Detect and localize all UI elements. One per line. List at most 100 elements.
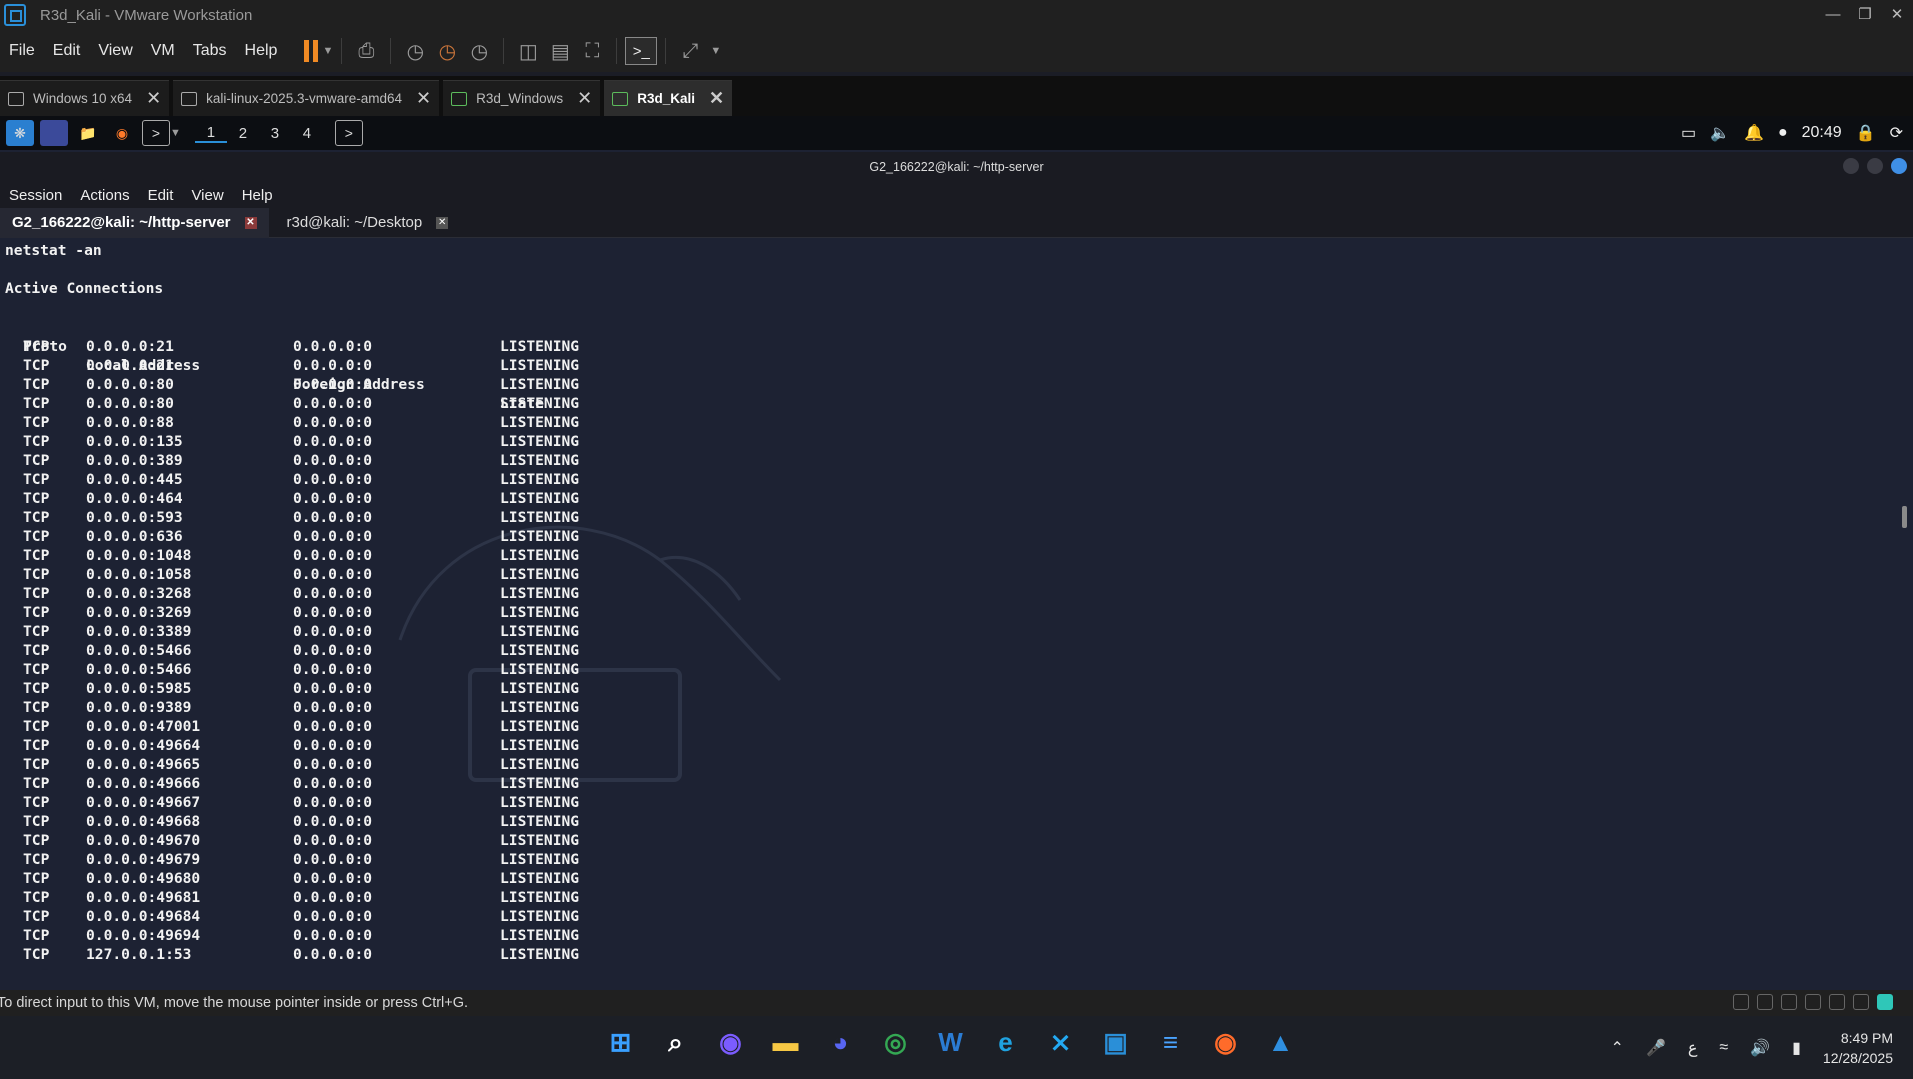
chevron-down-icon[interactable]: ▼	[170, 127, 181, 139]
vmware-titlebar: R3d_Kali - VMware Workstation — ❐ ✕	[0, 0, 1913, 30]
close-icon[interactable]: ✕	[146, 88, 161, 109]
power-icon[interactable]: ⟳	[1890, 123, 1903, 143]
terminal-output[interactable]: netstat -an Active Connections Proto Loc…	[0, 240, 1913, 990]
terminal-tab-desktop[interactable]: r3d@kali: ~/Desktop ✕	[275, 208, 461, 238]
menu-tabs[interactable]: Tabs	[184, 42, 236, 60]
edge-icon[interactable]: e	[989, 1026, 1022, 1059]
cd-dvd-icon[interactable]	[1757, 994, 1773, 1010]
restore-icon[interactable]: ❐	[1849, 0, 1881, 30]
terminal-window-icon[interactable]: >	[334, 120, 363, 146]
close-icon[interactable]	[1891, 158, 1907, 174]
panel-clock[interactable]: 20:49	[1802, 124, 1842, 142]
taskbar-clock[interactable]: 8:49 PM 12/28/2025	[1823, 1028, 1893, 1068]
firefox-icon[interactable]: ◉	[1209, 1026, 1242, 1059]
terminal-tab-http-server[interactable]: G2_166222@kali: ~/http-server ✕	[0, 207, 269, 238]
workspace-1[interactable]: 1	[194, 124, 227, 143]
vmware-icon[interactable]: ▣	[1099, 1026, 1132, 1059]
vm-tab-kali-linux[interactable]: kali-linux-2025.3-vmware-amd64 ✕	[173, 80, 440, 116]
menu-view[interactable]: View	[182, 187, 232, 204]
kali-menu-icon[interactable]: ❋	[6, 120, 34, 146]
firefox-icon[interactable]: ◉	[108, 120, 136, 146]
vm-tab-r3d-kali[interactable]: R3d_Kali ✕	[604, 80, 733, 116]
scrollbar[interactable]	[1902, 506, 1907, 528]
revert-snapshot-icon[interactable]: ◷	[431, 37, 463, 65]
microphone-icon[interactable]: 🎤	[1646, 1038, 1666, 1058]
windows-taskbar: ⊞ ⌕ ◉ ▬ ◕ ◎ We ⨯ ▣ ≡ ◉ ▲ ⌃ 🎤 ع ≈ 🔊 ▮ 8:49 PM 12/28/…	[0, 1016, 1913, 1079]
menu-help[interactable]: Help	[233, 187, 282, 204]
close-icon[interactable]: ✕	[1881, 0, 1913, 30]
lock-icon[interactable]: 🔒	[1856, 123, 1876, 143]
discord-icon[interactable]: ◕	[824, 1026, 857, 1059]
menu-session[interactable]: Session	[0, 187, 71, 204]
menu-view[interactable]: View	[89, 42, 141, 60]
cell-local-address: 0.0.0.0:5466	[86, 661, 192, 678]
minimize-icon[interactable]: —	[1817, 0, 1849, 30]
pause-icon[interactable]	[304, 40, 319, 62]
close-icon[interactable]: ✕	[577, 88, 592, 109]
vm-icon	[181, 91, 198, 106]
cell-foreign-address: 0.0.0.0:0	[293, 433, 373, 450]
chevron-up-icon[interactable]: ⌃	[1611, 1038, 1624, 1058]
vm-tab-r3d-windows[interactable]: R3d_Windows ✕	[443, 80, 601, 116]
file-explorer-icon[interactable]: ▬	[769, 1026, 802, 1059]
cell-foreign-address: 0.0.0.0:0	[293, 870, 373, 887]
notepad-icon[interactable]: ≡	[1154, 1026, 1187, 1059]
thumbnail-bar-icon[interactable]: ▤	[544, 37, 576, 65]
menu-actions[interactable]: Actions	[71, 187, 138, 204]
chrome-icon[interactable]: ◎	[879, 1026, 912, 1059]
volume-icon[interactable]: 🔈	[1710, 123, 1730, 143]
search-icon[interactable]: ⌕	[659, 1026, 692, 1059]
sound-card-icon[interactable]	[1829, 994, 1845, 1010]
terminal-icon[interactable]: >	[142, 120, 170, 146]
stretch-guest-icon[interactable]: ⤢	[674, 37, 706, 65]
chevron-down-icon[interactable]: ▼	[322, 45, 333, 57]
vscode-icon[interactable]: ⨯	[1044, 1026, 1077, 1059]
guest-display[interactable]: ❋ 📁 ◉ > ▼ 1 2 3 4 > ▭ 🔈 🔔 ● 20:49 🔒 ⟳ G2…	[0, 116, 1913, 990]
display-icon[interactable]: ▭	[1681, 123, 1696, 143]
photos-icon[interactable]: ▲	[1264, 1026, 1297, 1059]
fullscreen-icon[interactable]: ⛶	[576, 37, 608, 65]
chevron-down-icon[interactable]: ▼	[710, 45, 721, 57]
vm-tab-windows10[interactable]: Windows 10 x64 ✕	[0, 80, 170, 116]
network-adapter-icon[interactable]	[1781, 994, 1797, 1010]
workspace-2[interactable]: 2	[227, 125, 259, 142]
workspace-4[interactable]: 4	[291, 125, 323, 142]
show-desktop-icon[interactable]	[40, 120, 68, 146]
menu-help[interactable]: Help	[236, 42, 287, 60]
close-icon[interactable]: ✕	[436, 216, 449, 229]
notification-bell-icon[interactable]: 🔔	[1744, 123, 1764, 143]
close-icon[interactable]: ✕	[709, 88, 724, 109]
cell-proto: TCP	[23, 395, 50, 412]
message-log-icon[interactable]	[1877, 994, 1893, 1010]
close-icon[interactable]: ✕	[416, 88, 431, 109]
workspace-3[interactable]: 3	[259, 125, 291, 142]
menu-edit[interactable]: Edit	[44, 42, 90, 60]
snapshot-icon[interactable]: ◷	[399, 37, 431, 65]
usb-icon[interactable]	[1805, 994, 1821, 1010]
windows-start-icon[interactable]: ⊞	[604, 1026, 637, 1059]
hard-disk-icon[interactable]	[1733, 994, 1749, 1010]
proton-icon[interactable]: ◉	[714, 1026, 747, 1059]
cell-local-address: 0.0.0.0:88	[86, 414, 174, 431]
snapshot-manager-icon[interactable]: ◷	[463, 37, 495, 65]
menu-file[interactable]: File	[0, 42, 44, 60]
send-ctrl-alt-del-icon[interactable]: ⎙	[350, 37, 382, 65]
input-language[interactable]: ع	[1688, 1038, 1698, 1058]
volume-icon[interactable]: 🔊	[1750, 1038, 1770, 1058]
console-view-icon[interactable]: >_	[625, 37, 658, 65]
wifi-icon[interactable]: ≈	[1719, 1039, 1728, 1057]
menu-edit[interactable]: Edit	[139, 187, 183, 204]
word-icon[interactable]: W	[934, 1026, 967, 1059]
minimize-icon[interactable]	[1843, 158, 1859, 174]
printer-icon[interactable]	[1853, 994, 1869, 1010]
file-manager-icon[interactable]: 📁	[74, 120, 102, 146]
battery-icon[interactable]: ▮	[1792, 1038, 1801, 1058]
show-library-icon[interactable]: ◫	[512, 37, 544, 65]
system-tray: ⌃ 🎤 ع ≈ 🔊 ▮ 8:49 PM 12/28/2025	[1611, 1016, 1893, 1079]
cell-proto: TCP	[23, 338, 50, 355]
maximize-icon[interactable]	[1867, 158, 1883, 174]
close-icon[interactable]: ✕	[244, 216, 257, 229]
cell-local-address: 0.0.0.0:3269	[86, 604, 192, 621]
update-icon[interactable]: ●	[1778, 124, 1788, 142]
menu-vm[interactable]: VM	[142, 42, 184, 60]
